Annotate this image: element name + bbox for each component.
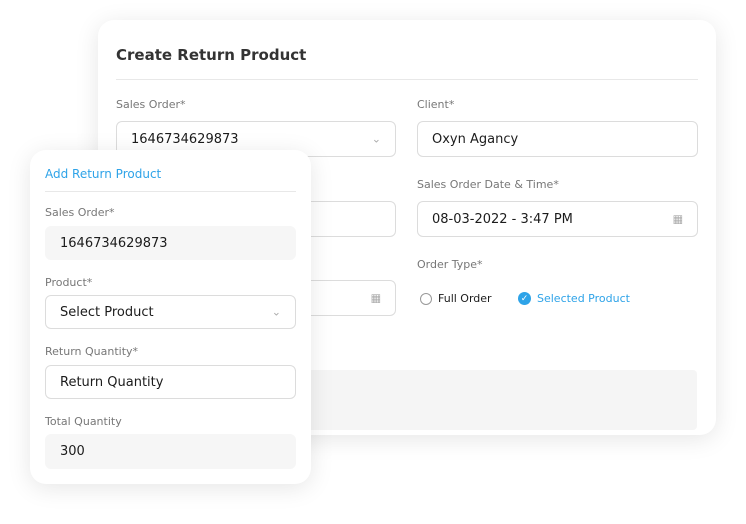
check-circle-icon: ✓ [518,292,531,305]
return-quantity-label: Return Quantity* [45,345,139,358]
sales-order-date-label: Sales Order Date & Time* [417,178,559,191]
total-quantity-label: Total Quantity [45,415,122,428]
add-return-product-card: Add Return Product Sales Order* 16467346… [30,150,311,484]
radio-label: Full Order [438,292,492,305]
divider [45,191,296,192]
sales-order-label: Sales Order* [116,98,186,111]
return-quantity-placeholder: Return Quantity [60,374,164,390]
client-input[interactable]: Oxyn Agancy [417,121,698,157]
add-return-product-title: Add Return Product [45,167,162,181]
chevron-down-icon: ⌄ [371,132,381,146]
client-value: Oxyn Agancy [432,131,519,147]
divider [116,79,698,80]
client-label: Client* [417,98,455,111]
order-type-label: Order Type* [417,258,483,271]
product-placeholder: Select Product [60,304,154,320]
calendar-icon: ▦ [672,212,683,226]
total-quantity-field: 300 [45,434,296,469]
radio-label: Selected Product [537,292,630,305]
sales-order-date-input[interactable]: 08-03-2022 - 3:47 PM ▦ [417,201,698,237]
radio-unchecked-icon [420,292,432,305]
radio-full-order[interactable]: Full Order [420,292,492,305]
return-quantity-input[interactable]: Return Quantity [45,365,296,399]
sales-order-date-value: 08-03-2022 - 3:47 PM [432,211,573,227]
product-select[interactable]: Select Product ⌄ [45,295,296,329]
sales-order-value: 1646734629873 [131,131,239,147]
calendar-icon: ▦ [370,291,381,305]
sales-order-label: Sales Order* [45,206,115,219]
chevron-down-icon: ⌄ [271,305,281,319]
radio-selected-product[interactable]: ✓ Selected Product [518,292,630,305]
page-title: Create Return Product [116,46,307,64]
total-quantity-value: 300 [60,444,85,459]
sales-order-field: 1646734629873 [45,226,296,260]
sales-order-value: 1646734629873 [60,235,168,251]
product-label: Product* [45,276,93,289]
